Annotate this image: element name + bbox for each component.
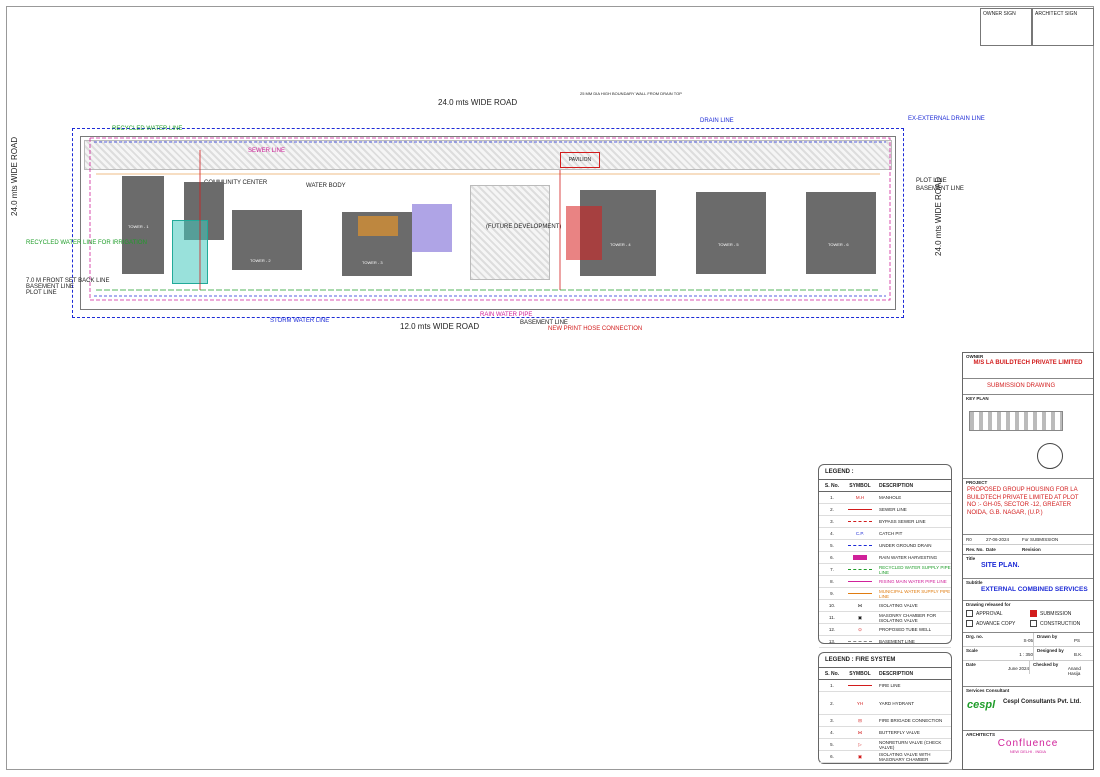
note-left-4: 7.0 M FRONT SET BACK LINE [26,278,110,284]
note-bottom-4: NEW PRINT HOSE CONNECTION [548,326,643,332]
legend-row: 10. ⋈ ISOLATING VALVE [819,600,951,612]
note-left-1: RECYCLED WATER LINE FOR IRRIGATION [26,240,147,246]
note-right-1: PLOT LINE [916,178,947,184]
note-bottom-3: STORM WATER LINE [270,318,330,324]
legend-row: 3. BYPASS SEWER LINE [819,516,951,528]
note-right-3: EX-EXTERNAL DRAIN LINE [908,116,985,122]
consultant-logo: cespl [967,699,996,711]
legend-row: 8. RISING MAIN WATER PIPE LINE [819,576,951,588]
legend-row: 2. YH YARD HYDRANT [819,692,951,715]
legend-row: 11. ▣ MASONRY CHAMBER FOR ISOLATING VALVE [819,612,951,624]
note-right-2: BASEMENT LINE [916,186,964,192]
legend-row: 4. ⋈ BUTTERFLY VALVE [819,727,951,739]
legend-row: 7. RECYCLED WATER SUPPLY PIPE LINE [819,564,951,576]
drawing-title: SITE PLAN. [981,562,1020,569]
architect-sign-box: ARCHITECT SIGN [1032,8,1094,46]
note-top-1: RECYCLED WATER LINE [112,126,183,132]
submission-drawing: SUBMISSION DRAWING [987,383,1056,389]
drawing-subtitle: EXTERNAL COMBINED SERVICES [981,586,1088,593]
note-top-3: SEWER LINE [248,148,286,154]
legend-row: 13. BASEMENT LINE [819,636,951,648]
title-block: OWNER M/S LA BUILDTECH PRIVATE LIMITED S… [962,352,1094,770]
north-arrow-icon [1037,443,1063,469]
legend-row: 6. RAIN WATER HARVESTING [819,552,951,564]
legend-row: 12. ⊙ PROPOSED TUBE WELL [819,624,951,636]
architect-logo: Confluence [997,738,1059,749]
project-name: PROPOSED GROUP HOUSING FOR LA BUILDTECH … [967,487,1079,516]
legend-row: 4. C.P. CATCH PIT [819,528,951,540]
legend-row: 5. UNDER GROUND DRAIN [819,540,951,552]
revision-table: R0 27-06-2024 For SUBMISSION Rev. No. Da… [963,535,1093,555]
owner-name: M/S LA BUILDTECH PRIVATE LIMITED [973,360,1083,366]
legend-row: 2. SEWER LINE [819,504,951,516]
legend-row: 3. ⊟ FIRE BRIGADE CONNECTION [819,715,951,727]
released-for: Drawing released for APPROVAL SUBMISSION … [963,601,1093,633]
legend-row: 1. FIRE LINE [819,680,951,692]
drawing-info: Drg. no. S-05 Drawn by PS Scale 1 : 350 Desig… [963,633,1093,687]
owner-sign-box: OWNER SIGN [980,8,1032,46]
legend-row: 1. M.H MANHOLE [819,492,951,504]
legend-fire-system: LEGEND : FIRE SYSTEM S. No. SYMBOL DESCRIP… [818,652,952,764]
services-consultant: Services Consultant cespl Cespl Consulta… [963,687,1093,731]
note-top-4: 25 MM DIA HIGH BOUNDARY WALL FROM DRAIN … [580,91,682,96]
key-plan: KEY PLAN [963,395,1093,479]
note-top-2: DRAIN LINE [700,118,734,124]
legend-row: 9. MUNICIPAL WATER SUPPLY PIPE LINE [819,588,951,600]
legend-row: 6. ▣ ISOLATING VALVE WITH MASONARY CHAMBER [819,751,951,763]
architects: ARCHITECTS Confluence NEW DELHI . INDIA [963,731,1093,769]
legend-services: LEGEND : S. No. SYMBOL DESCRIPTION 1. M.H MA… [818,464,952,660]
service-lines [89,137,891,301]
legend-row: 5. ▷ NONRETURN VALVE (CHECK VALVE) [819,739,951,751]
note-bottom-2: RAIN WATER PIPE [480,312,533,318]
